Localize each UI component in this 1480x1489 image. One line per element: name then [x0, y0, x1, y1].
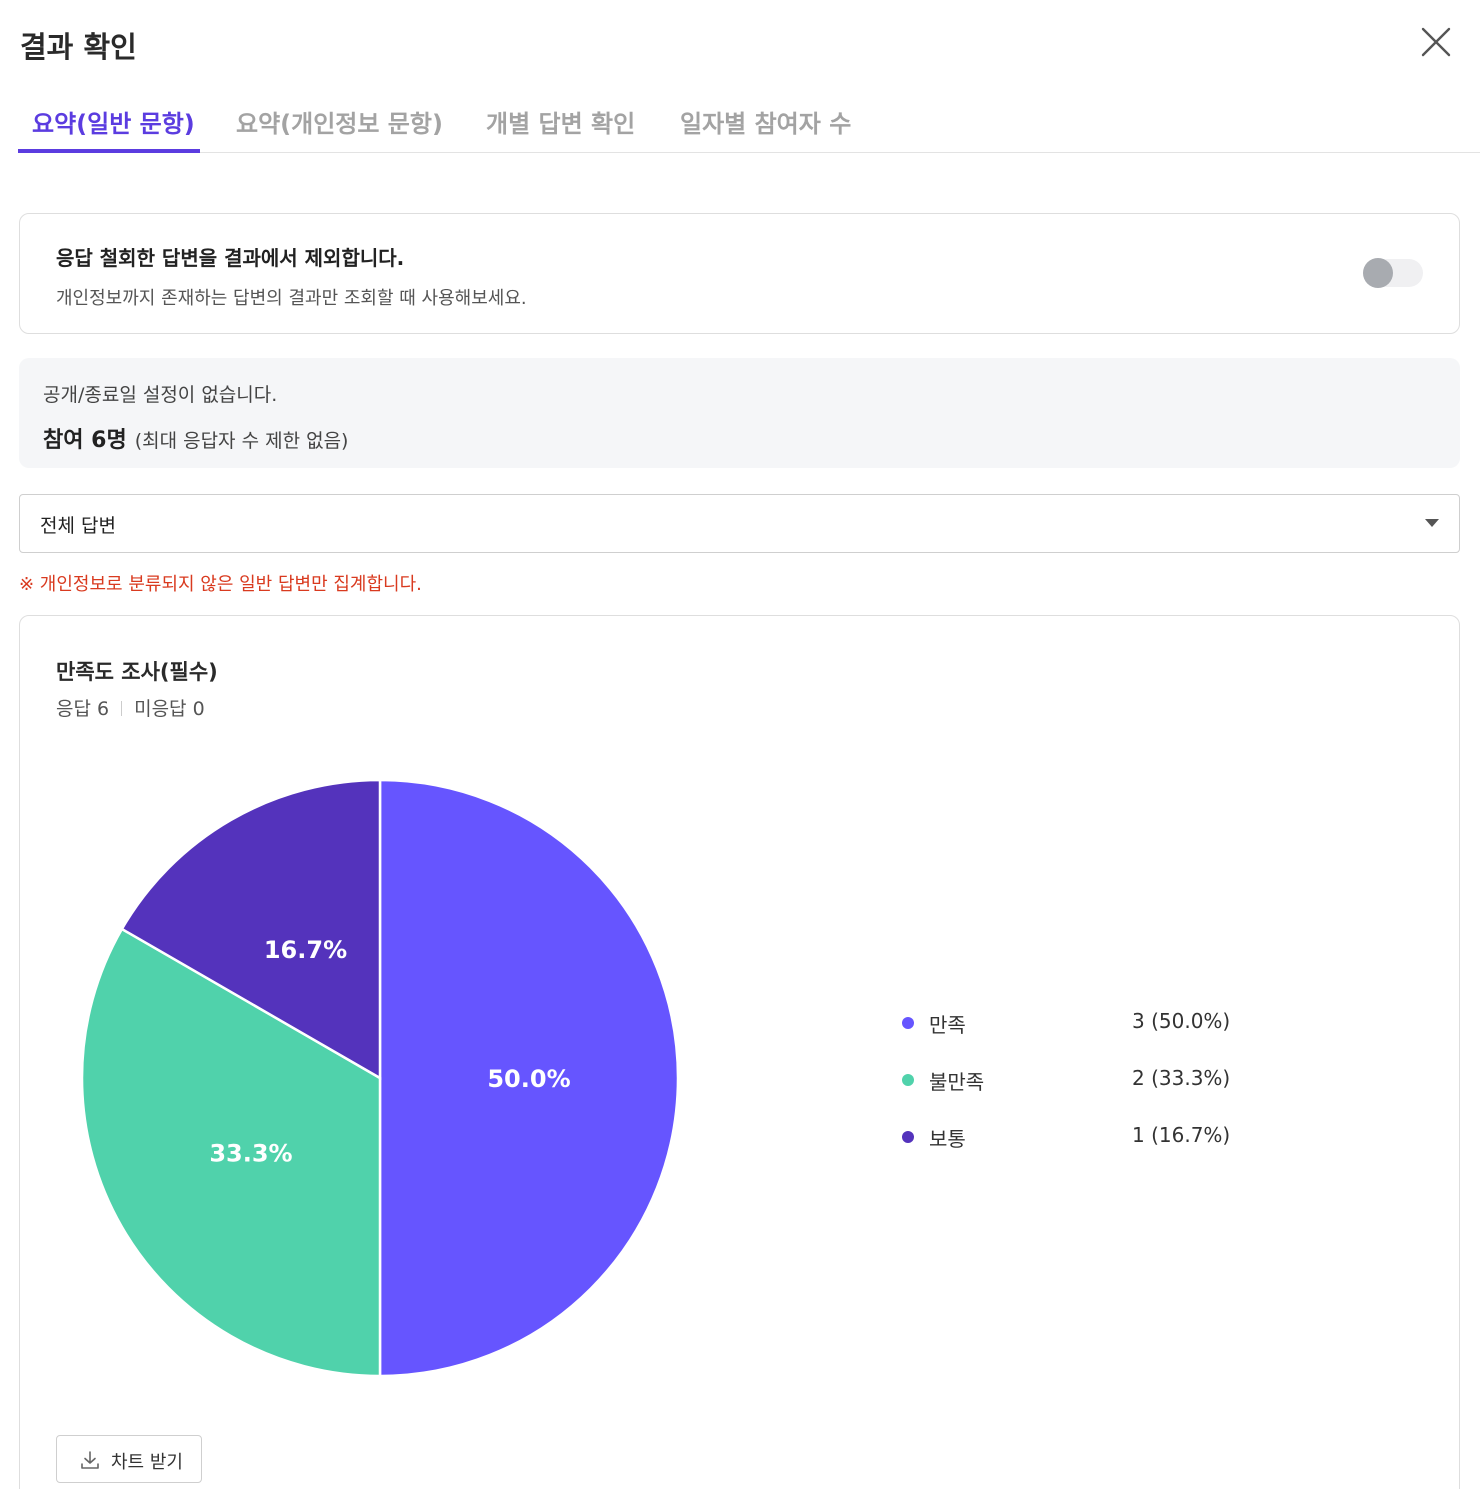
download-icon [81, 1451, 99, 1469]
legend-value: 3 (50.0%) [1132, 1009, 1231, 1033]
pie-chart: 50.0% 33.3% 16.7% [80, 778, 680, 1378]
answer-filter-select[interactable]: 전체 답변 [19, 494, 1460, 553]
question-result-card: 만족도 조사(필수) 응답 6 미응답 0 50.0% 33.3% 16.7% 만족 3… [19, 615, 1460, 1489]
participant-count: 참여 6명 [43, 428, 127, 453]
slice-percent-label: 33.3% [209, 1140, 292, 1168]
tab-individual-answers[interactable]: 개별 답변 확인 [486, 104, 635, 139]
close-button[interactable] [1418, 24, 1454, 60]
tab-summary-personal[interactable]: 요약(개인정보 문항) [236, 104, 443, 139]
toggle-knob [1363, 258, 1393, 288]
tab-summary-general[interactable]: 요약(일반 문항) [32, 104, 195, 139]
legend-label: 불만족 [929, 1070, 985, 1094]
download-label: 차트 받기 [111, 1452, 183, 1473]
respondent-limit: (최대 응답자 수 제한 없음) [134, 430, 349, 452]
page-title: 결과 확인 [20, 30, 137, 64]
close-icon [1421, 27, 1451, 57]
tab-bar: 요약(일반 문항) 요약(개인정보 문항) 개별 답변 확인 일자별 참여자 수 [18, 90, 1480, 153]
chevron-down-icon [1425, 519, 1439, 527]
legend-dot-icon [902, 1074, 914, 1086]
toggle-description: 개인정보까지 존재하는 답변의 결과만 조회할 때 사용해보세요. [56, 288, 527, 309]
legend-label: 만족 [929, 1013, 966, 1037]
exclude-withdrawn-toggle[interactable] [1363, 258, 1423, 288]
legend-label: 보통 [929, 1127, 966, 1151]
active-tab-indicator [18, 149, 200, 153]
legend-value: 1 (16.7%) [1132, 1123, 1231, 1147]
survey-info-box: 공개/종료일 설정이 없습니다. 참여 6명 (최대 응답자 수 제한 없음) [19, 358, 1460, 468]
toggle-title: 응답 철회한 답변을 결과에서 제외합니다. [56, 246, 405, 270]
slice-percent-label: 50.0% [487, 1065, 570, 1093]
schedule-info: 공개/종료일 설정이 없습니다. [43, 384, 278, 406]
legend-dot-icon [902, 1017, 914, 1029]
legend-dot-icon [902, 1131, 914, 1143]
tab-daily-participants[interactable]: 일자별 참여자 수 [680, 104, 851, 139]
legend-value: 2 (33.3%) [1132, 1066, 1231, 1090]
slice-percent-label: 16.7% [264, 936, 347, 964]
download-chart-button[interactable]: 차트 받기 [56, 1435, 202, 1483]
aggregation-notice: ※ 개인정보로 분류되지 않은 일반 답변만 집계합니다. [19, 574, 422, 595]
exclude-withdrawn-card: 응답 철회한 답변을 결과에서 제외합니다. 개인정보까지 존재하는 답변의 결… [19, 213, 1460, 334]
answer-filter-value: 전체 답변 [40, 515, 116, 537]
